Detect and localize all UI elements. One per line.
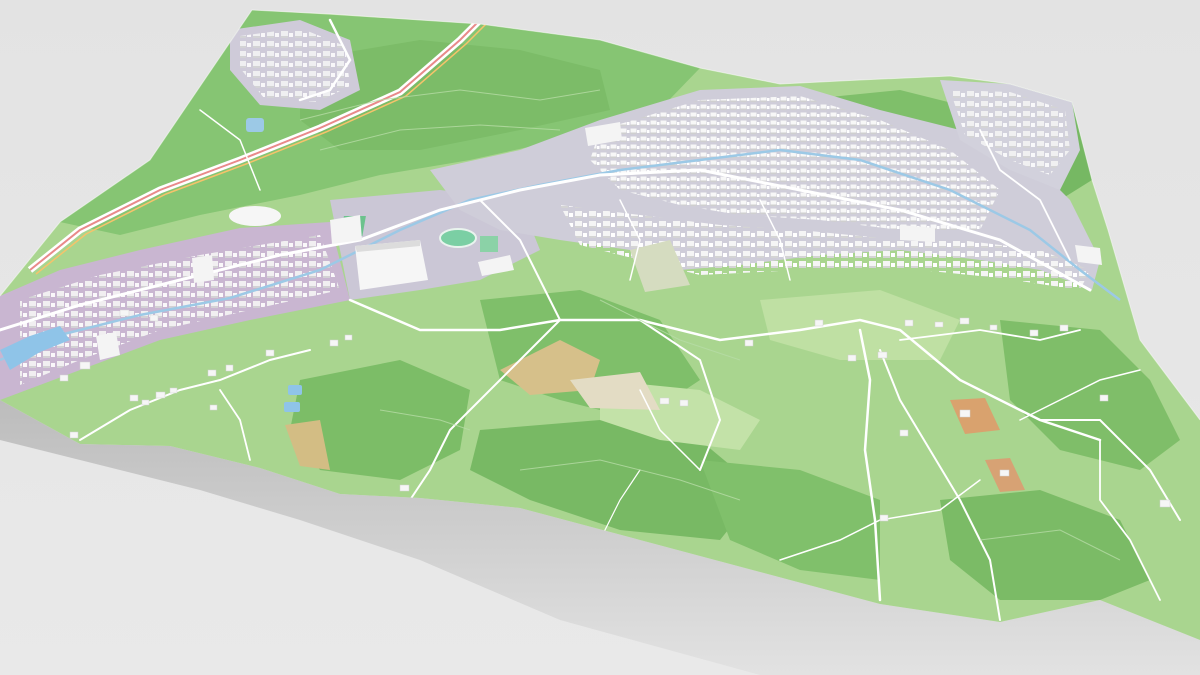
pond-1 xyxy=(288,385,302,395)
map-viewport[interactable] xyxy=(0,0,1200,675)
pond-2 xyxy=(284,402,300,412)
stadium-track xyxy=(439,228,477,248)
pond-3 xyxy=(246,118,264,132)
terrain-scene[interactable] xyxy=(0,0,1200,675)
sports-field-2 xyxy=(480,236,498,252)
